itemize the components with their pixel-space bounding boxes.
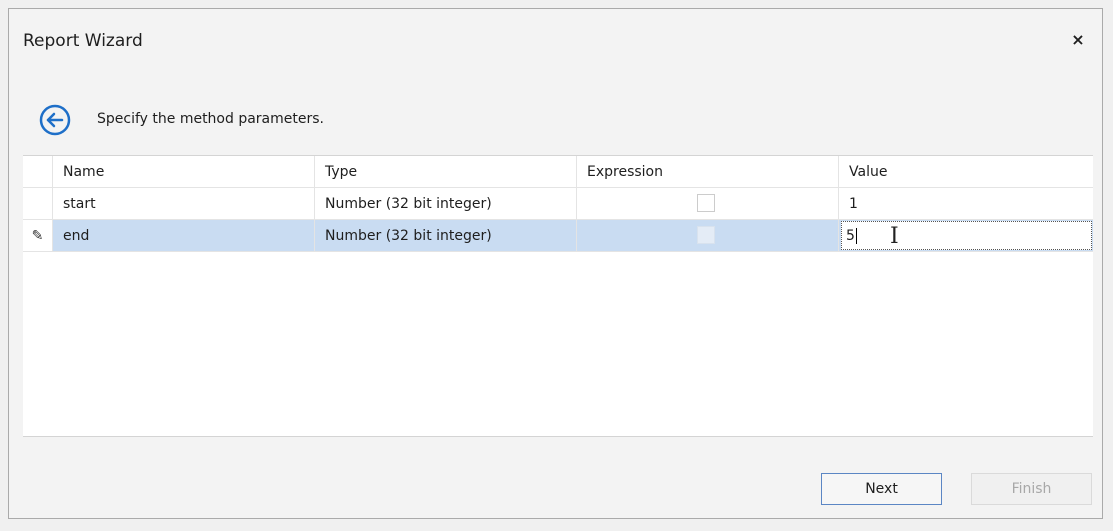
- expression-checkbox[interactable]: [697, 194, 715, 212]
- value-cell-editing[interactable]: 5 I: [839, 220, 1093, 251]
- type-cell[interactable]: Number (32 bit integer): [315, 188, 577, 219]
- dialog-title: Report Wizard: [23, 31, 143, 51]
- ibeam-cursor-icon: I: [890, 224, 899, 249]
- next-button[interactable]: Next: [821, 473, 942, 505]
- type-cell[interactable]: Number (32 bit integer): [315, 220, 577, 251]
- wizard-step-header: Specify the method parameters.: [23, 91, 1088, 139]
- name-cell[interactable]: start: [53, 188, 315, 219]
- expression-cell[interactable]: [577, 220, 839, 251]
- value-editor-input[interactable]: 5 I: [841, 221, 1092, 250]
- column-header-name[interactable]: Name: [53, 156, 315, 187]
- expression-checkbox[interactable]: [697, 226, 715, 244]
- step-instruction: Specify the method parameters.: [97, 111, 324, 127]
- name-cell[interactable]: end: [53, 220, 315, 251]
- row-indicator: ✎: [23, 220, 53, 251]
- table-row-selected[interactable]: ✎ end Number (32 bit integer) 5 I: [23, 220, 1093, 252]
- table-row[interactable]: start Number (32 bit integer) 1: [23, 188, 1093, 220]
- parameters-grid: Name Type Expression Value start Number …: [23, 155, 1093, 437]
- expression-cell[interactable]: [577, 188, 839, 219]
- pencil-icon: ✎: [31, 227, 44, 244]
- close-button[interactable]: ×: [1068, 29, 1088, 49]
- value-cell[interactable]: 1: [839, 188, 1093, 219]
- grid-header-row: Name Type Expression Value: [23, 156, 1093, 188]
- value-editor-text: 5: [846, 227, 855, 244]
- text-caret: [855, 227, 857, 244]
- row-indicator: [23, 188, 53, 219]
- column-header-expression[interactable]: Expression: [577, 156, 839, 187]
- column-header-type[interactable]: Type: [315, 156, 577, 187]
- finish-button[interactable]: Finish: [971, 473, 1092, 505]
- row-indicator-header: [23, 156, 53, 187]
- column-header-value[interactable]: Value: [839, 156, 1093, 187]
- report-wizard-dialog: Report Wizard × Specify the method param…: [8, 8, 1103, 519]
- back-arrow-icon[interactable]: [39, 104, 71, 136]
- title-bar: Report Wizard ×: [9, 9, 1102, 73]
